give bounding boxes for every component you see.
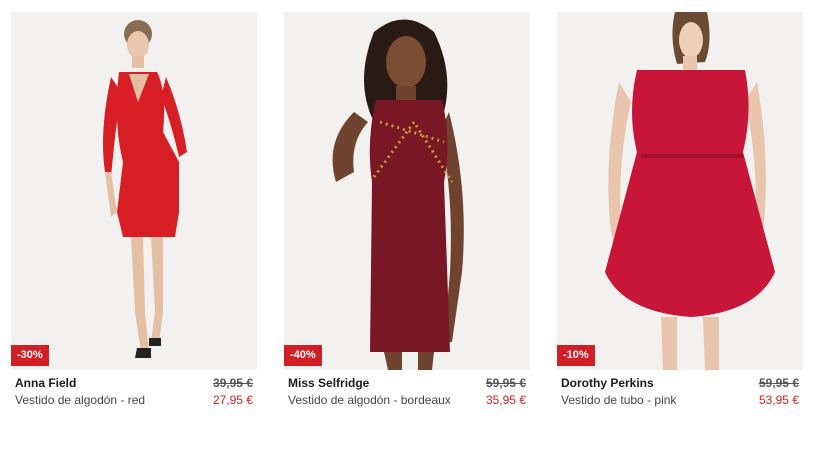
- sale-price: 35,95 €: [485, 393, 526, 407]
- original-price: 39,95 €: [212, 376, 253, 390]
- product-card[interactable]: -10% Dorothy Perkins Vestido de tubo - p…: [557, 12, 803, 414]
- product-info[interactable]: Anna Field Vestido de algodón - red 39,9…: [11, 374, 257, 414]
- discount-badge: -10%: [557, 345, 595, 366]
- model-photo: [11, 12, 257, 370]
- model-photo: [284, 12, 530, 370]
- product-grid: -30% Anna Field Vestido de algodón - red…: [0, 0, 826, 463]
- original-price: 59,95 €: [758, 376, 799, 390]
- product-card[interactable]: -30% Anna Field Vestido de algodón - red…: [11, 12, 257, 414]
- product-image[interactable]: -30%: [11, 12, 257, 370]
- product-image[interactable]: -40%: [284, 12, 530, 370]
- product-description[interactable]: Vestido de algodón - red: [15, 393, 145, 407]
- discount-badge: -40%: [284, 345, 322, 366]
- original-price: 59,95 €: [485, 376, 526, 390]
- brand-name[interactable]: Dorothy Perkins: [561, 376, 654, 390]
- brand-name[interactable]: Anna Field: [15, 376, 76, 390]
- model-photo: [557, 12, 803, 370]
- product-info[interactable]: Dorothy Perkins Vestido de tubo - pink 5…: [557, 374, 803, 414]
- product-description[interactable]: Vestido de tubo - pink: [561, 393, 676, 407]
- discount-badge: -30%: [11, 345, 49, 366]
- product-card[interactable]: -40% Miss Selfridge Vestido de algodón -…: [284, 12, 530, 414]
- brand-name[interactable]: Miss Selfridge: [288, 376, 369, 390]
- sale-price: 53,95 €: [758, 393, 799, 407]
- product-description[interactable]: Vestido de algodón - bordeaux: [288, 393, 451, 407]
- product-info[interactable]: Miss Selfridge Vestido de algodón - bord…: [284, 374, 530, 414]
- product-image[interactable]: -10%: [557, 12, 803, 370]
- sale-price: 27,95 €: [212, 393, 253, 407]
